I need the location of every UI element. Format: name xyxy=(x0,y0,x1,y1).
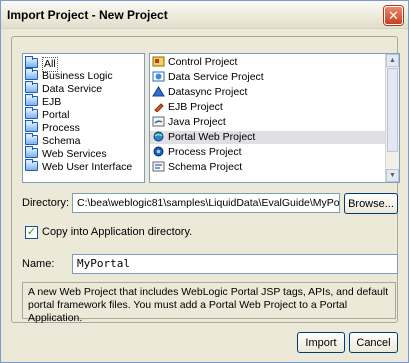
java-project-icon xyxy=(152,116,165,127)
dialog-title: Import Project - New Project xyxy=(7,8,168,22)
category-label: EJB xyxy=(42,96,62,108)
portal-web-project-icon xyxy=(153,131,164,142)
folder-icon xyxy=(25,133,38,145)
project-type-label: Process Project xyxy=(168,146,242,158)
category-list[interactable]: All Business Logic Data Service EJB Port… xyxy=(22,53,145,183)
scroll-up-icon[interactable]: ▲ xyxy=(386,54,399,67)
close-button[interactable]: ✕ xyxy=(384,6,403,25)
project-type-label: Java Project xyxy=(168,116,226,128)
project-item-schema[interactable]: Schema Project xyxy=(152,161,242,174)
category-item-schema[interactable]: Schema xyxy=(25,133,81,148)
schema-project-icon xyxy=(152,161,165,172)
category-label: Portal xyxy=(42,109,70,121)
folder-icon xyxy=(25,107,38,119)
category-item-web-services[interactable]: Web Services xyxy=(25,146,107,161)
project-item-process[interactable]: Process Project xyxy=(152,146,242,159)
scroll-thumb[interactable] xyxy=(387,68,398,152)
project-type-label: Data Service Project xyxy=(168,71,264,83)
category-label: Schema xyxy=(42,135,81,147)
cancel-button[interactable]: Cancel xyxy=(349,332,398,353)
control-project-icon xyxy=(152,56,165,67)
project-type-label: Schema Project xyxy=(168,161,243,173)
folder-icon xyxy=(25,159,38,171)
folder-icon xyxy=(25,120,38,132)
copy-into-app-label: Copy into Application directory. xyxy=(42,226,193,238)
project-item-data-service[interactable]: Data Service Project xyxy=(152,71,264,84)
project-item-portal-web[interactable]: Portal Web Project xyxy=(150,131,385,144)
category-item-data-service[interactable]: Data Service xyxy=(25,81,103,96)
category-label: Process xyxy=(42,122,80,134)
directory-field[interactable]: C:\bea\weblogic81\samples\LiquidData\Eva… xyxy=(72,193,340,213)
project-list-scrollbar[interactable]: ▲ ▼ xyxy=(385,54,399,182)
project-item-ejb[interactable]: EJB Project xyxy=(152,101,223,114)
ejb-project-icon xyxy=(154,103,164,112)
title-bar[interactable]: Import Project - New Project ✕ xyxy=(1,1,408,29)
project-description: A new Web Project that includes WebLogic… xyxy=(22,282,396,324)
project-type-label: EJB Project xyxy=(168,101,223,113)
project-name-field[interactable]: MyPortal xyxy=(72,254,398,274)
name-label: Name: xyxy=(22,258,55,270)
category-label: Data Service xyxy=(42,83,103,95)
category-label: Business Logic xyxy=(42,70,113,82)
project-item-control[interactable]: Control Project xyxy=(152,56,237,69)
folder-icon xyxy=(25,94,38,106)
category-label: Web User Interface xyxy=(42,161,133,173)
folder-icon xyxy=(25,81,38,93)
project-type-list[interactable]: Control Project Data Service Project Dat… xyxy=(149,53,400,183)
scroll-down-icon[interactable]: ▼ xyxy=(386,169,399,182)
data-service-project-icon xyxy=(152,71,165,82)
project-type-label: Control Project xyxy=(168,56,238,68)
browse-button[interactable]: Browse... xyxy=(344,193,398,214)
project-type-label: Datasync Project xyxy=(168,86,248,98)
process-project-icon xyxy=(153,146,164,157)
folder-icon xyxy=(25,146,38,158)
project-item-datasync[interactable]: Datasync Project xyxy=(152,86,247,99)
folder-icon xyxy=(25,68,38,80)
project-item-java[interactable]: Java Project xyxy=(152,116,226,129)
project-type-label: Portal Web Project xyxy=(168,131,256,143)
folder-icon xyxy=(25,56,38,68)
category-item-process[interactable]: Process xyxy=(25,120,80,135)
datasync-project-icon xyxy=(152,86,165,97)
category-item-business-logic[interactable]: Business Logic xyxy=(25,68,113,83)
category-label: Web Services xyxy=(42,148,107,160)
category-item-web-user-interface[interactable]: Web User Interface xyxy=(25,159,133,174)
import-button[interactable]: Import xyxy=(297,332,345,353)
copy-into-app-checkbox[interactable]: ✓ xyxy=(25,226,38,239)
directory-label: Directory: xyxy=(22,197,70,209)
